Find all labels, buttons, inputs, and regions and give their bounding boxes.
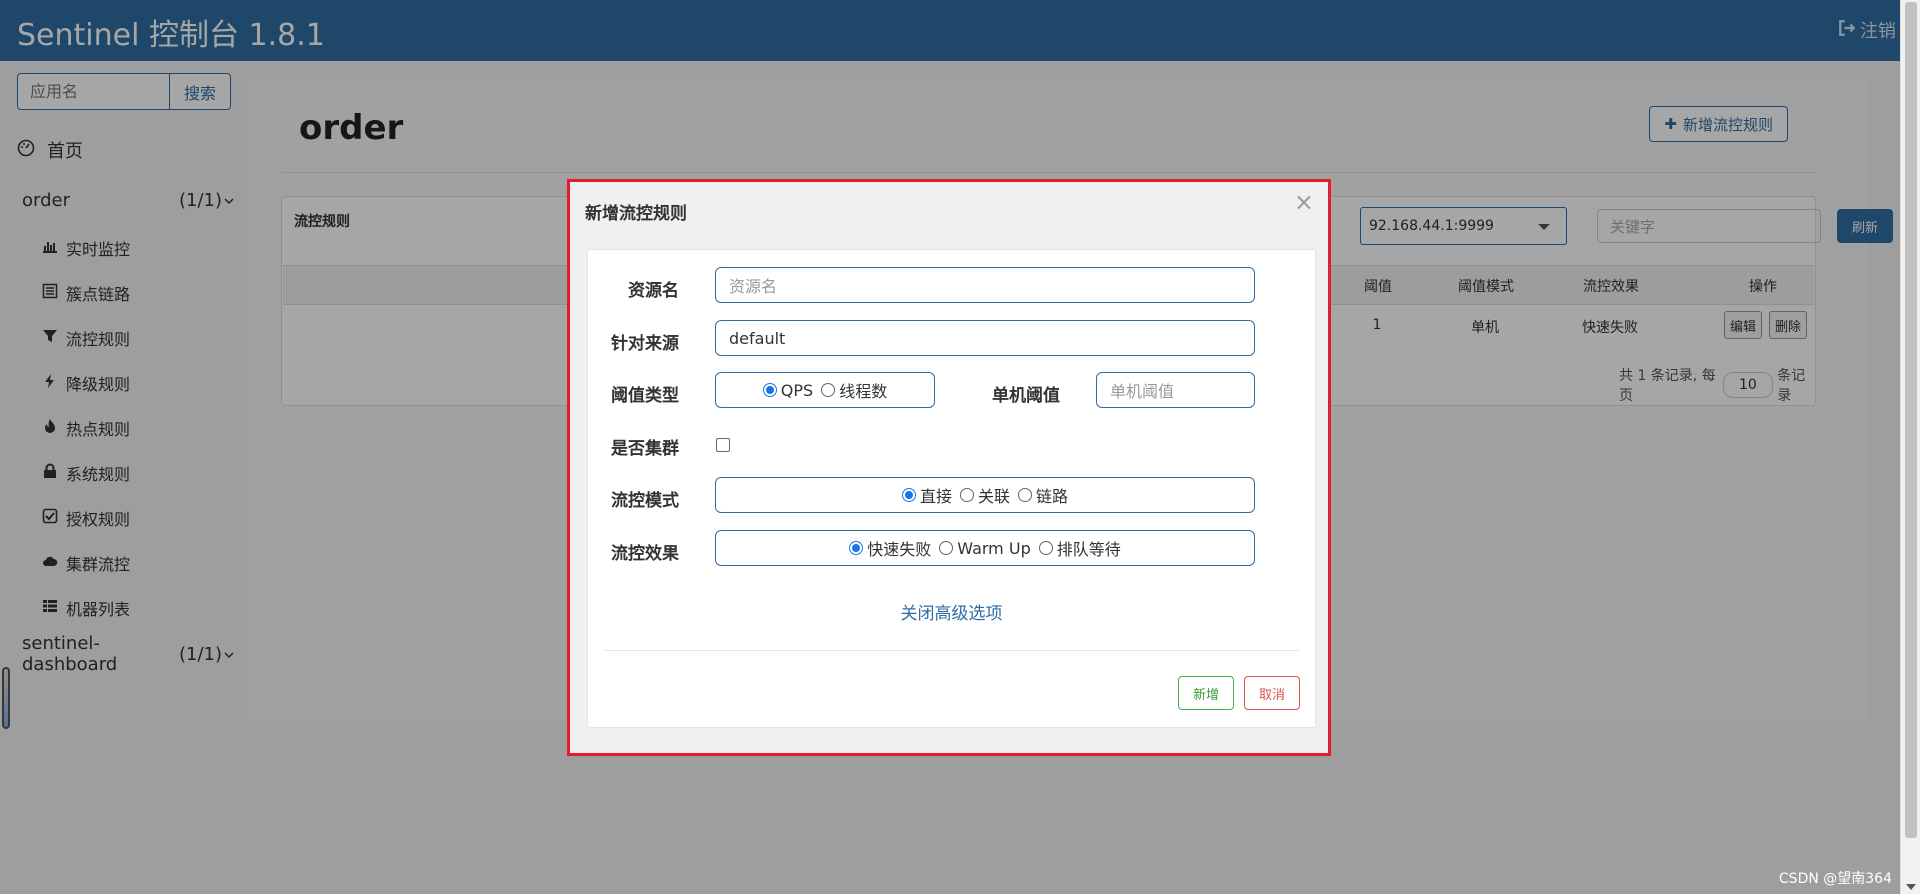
toggle-advanced-link[interactable]: 关闭高级选项: [588, 599, 1315, 624]
threshold-label: 单机阈值: [992, 386, 1060, 406]
resource-label: 资源名: [628, 281, 679, 301]
strategy-option-direct[interactable]: 直接: [901, 483, 952, 507]
radio-label: 关联: [977, 487, 1010, 506]
cancel-button[interactable]: 取消: [1244, 676, 1300, 710]
scrollbar-thumb[interactable]: [1905, 2, 1917, 838]
strategy-option-relate[interactable]: 关联: [959, 483, 1010, 507]
radio-label: Warm Up: [957, 538, 1031, 558]
strategy-radio-group: 直接 关联 链路: [715, 477, 1255, 513]
effect-option-warm-up[interactable]: Warm Up: [939, 538, 1031, 558]
submit-add-button[interactable]: 新增: [1178, 676, 1234, 710]
strategy-label: 流控模式: [611, 491, 679, 511]
limit-app-label: 针对来源: [611, 334, 679, 354]
radio[interactable]: [1018, 488, 1032, 502]
radio[interactable]: [939, 541, 954, 555]
radio-label: 线程数: [839, 382, 888, 401]
dialog-title: 新增流控规则: [585, 204, 687, 224]
radio[interactable]: [821, 383, 836, 397]
radio-selected[interactable]: [901, 488, 916, 502]
scroll-down-icon[interactable]: [1906, 884, 1916, 890]
radio-label: QPS: [780, 380, 814, 400]
cluster-checkbox[interactable]: [716, 438, 730, 452]
limit-app-input[interactable]: default: [715, 320, 1255, 356]
radio-selected[interactable]: [849, 541, 864, 555]
resource-input[interactable]: 资源名: [715, 267, 1255, 303]
radio[interactable]: [1038, 541, 1053, 555]
effect-option-fail-fast[interactable]: 快速失败: [849, 536, 931, 560]
radio-label: 直接: [919, 487, 952, 506]
strategy-option-chain[interactable]: 链路: [1018, 483, 1068, 507]
radio-selected[interactable]: [762, 383, 777, 397]
cluster-label: 是否集群: [611, 439, 679, 459]
effect-radio-group: 快速失败 Warm Up 排队等待: [715, 530, 1255, 566]
radio[interactable]: [959, 488, 974, 502]
grade-radio-group: QPS 线程数: [715, 372, 935, 408]
radio-label: 链路: [1036, 487, 1069, 506]
add-flow-rule-dialog: 新增流控规则 × 资源名 资源名 针对来源 default 阈值类型 QPS 线…: [567, 179, 1331, 756]
effect-option-queue[interactable]: 排队等待: [1038, 536, 1121, 560]
grade-label: 阈值类型: [611, 386, 679, 406]
dialog-form: 资源名 资源名 针对来源 default 阈值类型 QPS 线程数 单机阈值 单…: [587, 249, 1316, 728]
page-scrollbar[interactable]: [1900, 0, 1920, 894]
divider: [604, 650, 1299, 651]
radio-label: 快速失败: [867, 540, 932, 559]
effect-label: 流控效果: [611, 544, 679, 564]
watermark: CSDN @望南364: [1778, 871, 1892, 887]
grade-option-threads[interactable]: 线程数: [821, 378, 887, 402]
close-icon[interactable]: ×: [1294, 188, 1314, 216]
grade-option-qps[interactable]: QPS: [762, 380, 814, 400]
radio-label: 排队等待: [1056, 540, 1121, 559]
threshold-input[interactable]: 单机阈值: [1096, 372, 1255, 408]
